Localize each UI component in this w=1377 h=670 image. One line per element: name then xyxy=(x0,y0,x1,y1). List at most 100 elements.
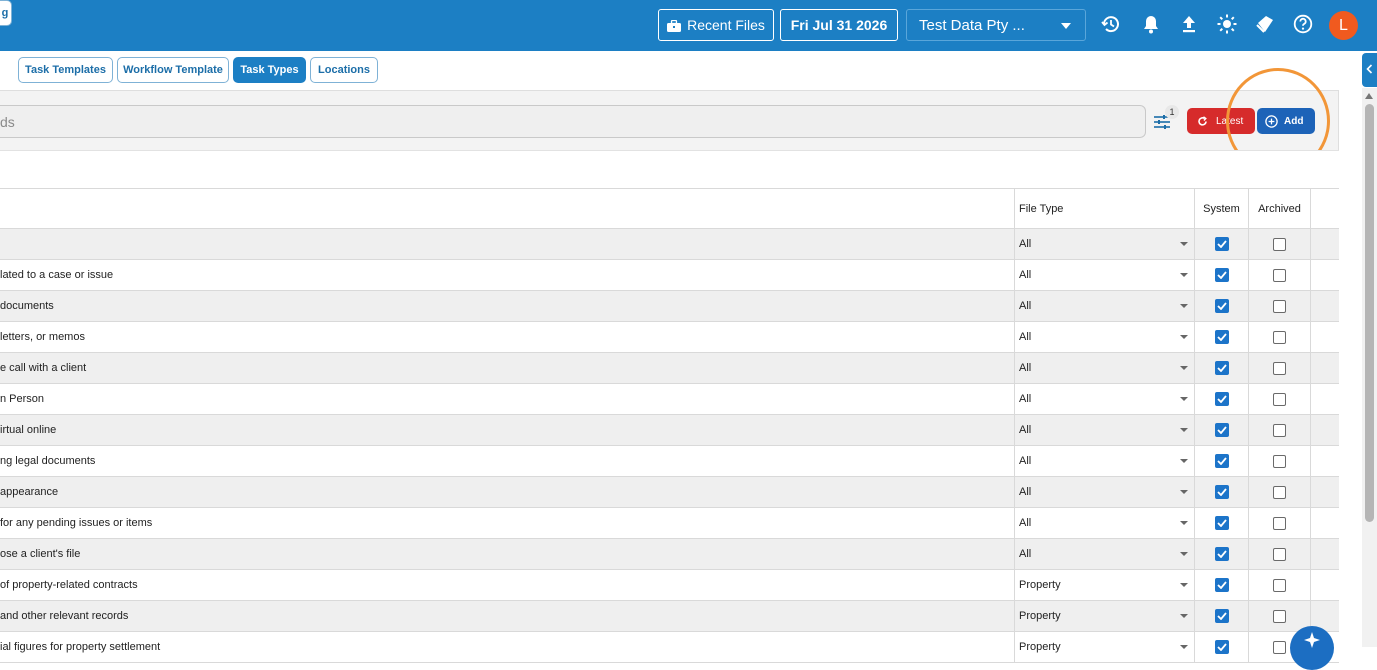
upload-icon[interactable] xyxy=(1178,13,1200,35)
system-cell xyxy=(1194,477,1248,507)
description-cell: lated to a case or issue xyxy=(0,260,1014,290)
system-checkbox[interactable] xyxy=(1214,578,1229,592)
system-checkbox[interactable] xyxy=(1214,454,1229,468)
archived-checkbox[interactable] xyxy=(1273,299,1286,313)
side-panel-toggle[interactable] xyxy=(1362,53,1377,87)
file-type-select[interactable]: All xyxy=(1014,477,1194,507)
file-type-select[interactable]: Property xyxy=(1014,570,1194,600)
archived-checkbox[interactable] xyxy=(1273,268,1286,282)
file-type-select[interactable]: All xyxy=(1014,260,1194,290)
recent-files-button[interactable]: Recent Files xyxy=(658,9,774,41)
tag-icon[interactable] xyxy=(1254,13,1276,35)
system-cell xyxy=(1194,384,1248,414)
help-icon[interactable] xyxy=(1292,13,1314,35)
system-checkbox[interactable] xyxy=(1214,392,1229,406)
archived-checkbox[interactable] xyxy=(1273,454,1286,468)
column-header-archived[interactable]: Archived xyxy=(1248,189,1310,229)
scrollbar-thumb[interactable] xyxy=(1365,104,1374,522)
archived-checkbox[interactable] xyxy=(1273,392,1286,406)
extra-cell xyxy=(1310,570,1339,600)
table-row[interactable]: ng legal documents All xyxy=(0,446,1339,477)
description-cell: n Person xyxy=(0,384,1014,414)
file-type-select[interactable]: All xyxy=(1014,415,1194,445)
table-row[interactable]: lated to a case or issue All xyxy=(0,260,1339,291)
file-type-value: All xyxy=(1019,300,1032,312)
table-row[interactable]: appearance All xyxy=(0,477,1339,508)
archived-checkbox[interactable] xyxy=(1273,609,1286,623)
file-type-select[interactable]: All xyxy=(1014,353,1194,383)
chevron-down-icon xyxy=(1180,552,1188,556)
table-row[interactable]: n Person All xyxy=(0,384,1339,415)
assistant-fab[interactable] xyxy=(1290,626,1334,670)
file-type-select[interactable]: All xyxy=(1014,384,1194,414)
sun-icon[interactable] xyxy=(1216,13,1238,35)
table-row[interactable]: ose a client's file All xyxy=(0,539,1339,570)
file-type-select[interactable]: All xyxy=(1014,539,1194,569)
system-checkbox[interactable] xyxy=(1214,547,1229,561)
tab-task-templates[interactable]: Task Templates xyxy=(18,57,113,83)
archived-checkbox[interactable] xyxy=(1273,547,1286,561)
table-row[interactable]: and other relevant records Property xyxy=(0,601,1339,632)
archived-checkbox[interactable] xyxy=(1273,640,1286,654)
table-row[interactable]: ial figures for property settlement Prope… xyxy=(0,632,1339,663)
tab-workflow-template[interactable]: Workflow Template xyxy=(117,57,229,83)
column-header-system[interactable]: System xyxy=(1194,189,1248,229)
table-row[interactable]: irtual online All xyxy=(0,415,1339,446)
archived-checkbox[interactable] xyxy=(1273,578,1286,592)
system-checkbox[interactable] xyxy=(1214,268,1229,282)
system-checkbox[interactable] xyxy=(1214,237,1229,251)
system-checkbox[interactable] xyxy=(1214,609,1229,623)
column-header-file-type[interactable]: File Type xyxy=(1014,189,1194,229)
briefcase-icon xyxy=(667,19,682,32)
table-row[interactable]: e call with a client All xyxy=(0,353,1339,384)
description-text: irtual online xyxy=(0,424,57,436)
chevron-left-icon xyxy=(1366,63,1373,77)
archived-checkbox[interactable] xyxy=(1273,330,1286,344)
extra-cell xyxy=(1310,291,1339,321)
archived-cell xyxy=(1248,260,1310,290)
archived-checkbox[interactable] xyxy=(1273,237,1286,251)
file-type-select[interactable]: All xyxy=(1014,229,1194,259)
file-type-select[interactable]: All xyxy=(1014,322,1194,352)
extra-cell xyxy=(1310,260,1339,290)
system-checkbox[interactable] xyxy=(1214,485,1229,499)
system-checkbox[interactable] xyxy=(1214,423,1229,437)
chevron-down-icon xyxy=(1180,583,1188,587)
archived-checkbox[interactable] xyxy=(1273,361,1286,375)
company-select[interactable]: Test Data Pty ... xyxy=(906,9,1086,41)
chevron-down-icon xyxy=(1061,23,1071,29)
archived-checkbox[interactable] xyxy=(1273,423,1286,437)
description-text: of property-related contracts xyxy=(0,579,138,591)
system-checkbox[interactable] xyxy=(1214,299,1229,313)
table-row[interactable]: All xyxy=(0,229,1339,260)
table-row[interactable]: letters, or memos All xyxy=(0,322,1339,353)
filter-count-badge: 1 xyxy=(1165,105,1179,119)
avatar[interactable]: L xyxy=(1329,11,1358,40)
tab-partial[interactable]: g xyxy=(0,0,12,26)
search-input[interactable]: ds xyxy=(0,105,1146,138)
table-row[interactable]: for any pending issues or items All xyxy=(0,508,1339,539)
company-label: Test Data Pty ... xyxy=(919,16,1025,34)
system-checkbox[interactable] xyxy=(1214,516,1229,530)
chevron-down-icon xyxy=(1180,428,1188,432)
file-type-select[interactable]: Property xyxy=(1014,601,1194,631)
file-type-value: All xyxy=(1019,424,1032,436)
chevron-down-icon xyxy=(1180,366,1188,370)
archived-checkbox[interactable] xyxy=(1273,516,1286,530)
file-type-select[interactable]: Property xyxy=(1014,632,1194,662)
file-type-select[interactable]: All xyxy=(1014,291,1194,321)
table-row[interactable]: of property-related contracts Property xyxy=(0,570,1339,601)
file-type-select[interactable]: All xyxy=(1014,508,1194,538)
tab-locations[interactable]: Locations xyxy=(310,57,378,83)
table-row[interactable]: documents All xyxy=(0,291,1339,322)
tab-task-types[interactable]: Task Types xyxy=(233,57,306,83)
date-button[interactable]: Fri Jul 31 2026 xyxy=(780,9,898,41)
bell-icon[interactable] xyxy=(1140,13,1162,35)
system-checkbox[interactable] xyxy=(1214,330,1229,344)
archived-checkbox[interactable] xyxy=(1273,485,1286,499)
scroll-up-arrow[interactable] xyxy=(1365,93,1373,99)
system-checkbox[interactable] xyxy=(1214,361,1229,375)
file-type-select[interactable]: All xyxy=(1014,446,1194,476)
history-icon[interactable] xyxy=(1100,13,1122,35)
system-checkbox[interactable] xyxy=(1214,640,1229,654)
